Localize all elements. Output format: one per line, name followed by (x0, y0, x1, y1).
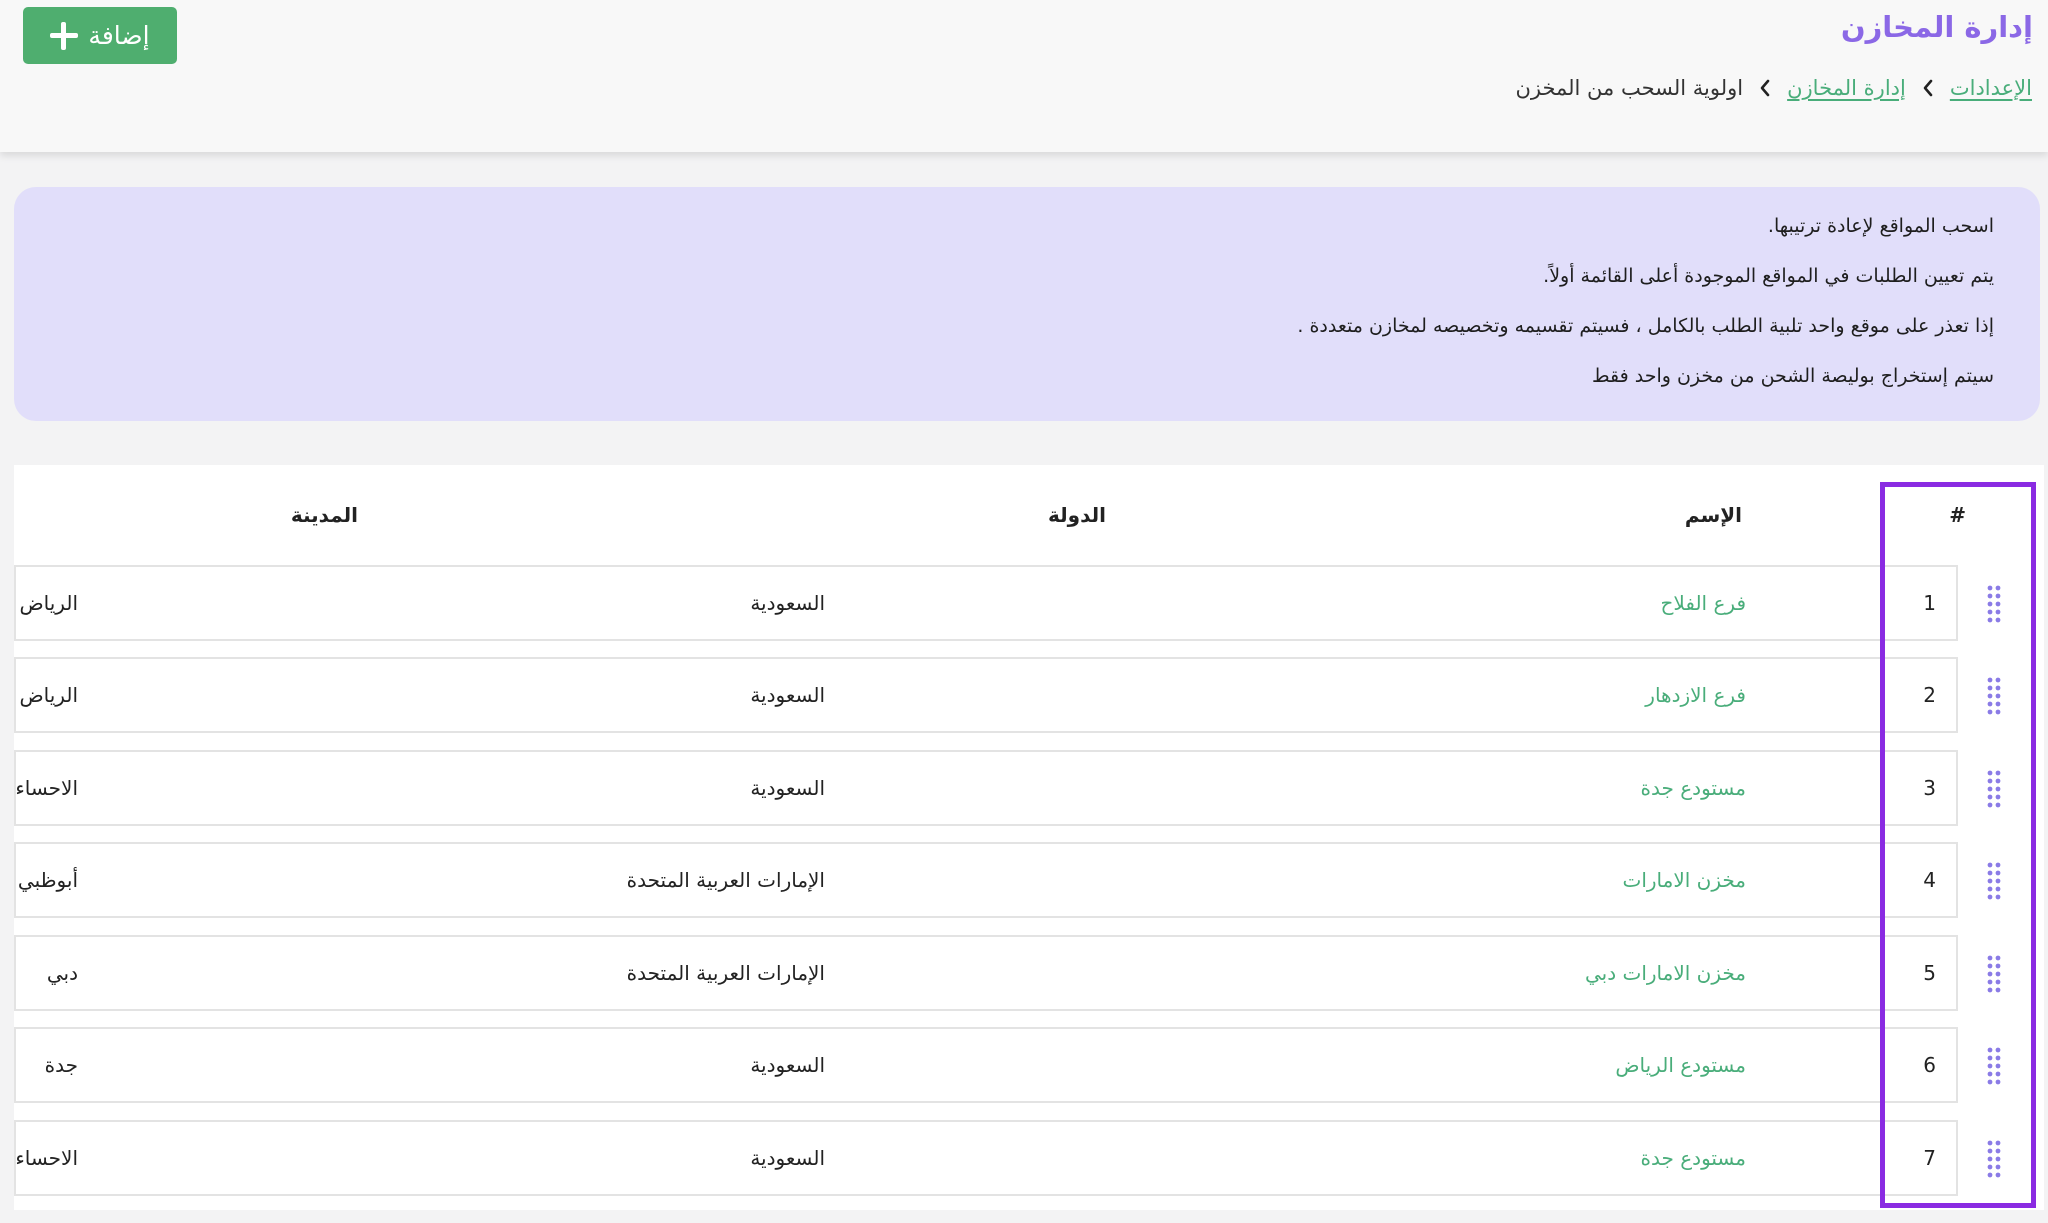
warehouse-name-link[interactable]: فرع الازدهار (1645, 659, 1746, 731)
warehouse-name-link[interactable]: مستودع جدة (1641, 752, 1746, 824)
row-index: 7 (1923, 1146, 1936, 1170)
breadcrumb-settings-link[interactable]: الإعدادات (1950, 76, 2032, 100)
drag-handle-icon[interactable] (1986, 769, 2002, 809)
row-index: 4 (1923, 868, 1936, 892)
drag-handle-icon[interactable] (1986, 1046, 2002, 1086)
warehouse-name-link[interactable]: فرع الفلاح (1661, 567, 1747, 639)
breadcrumb-current: اولوية السحب من المخزن (1515, 76, 1744, 100)
add-button-label: إضافة (88, 21, 150, 50)
row-country: السعودية (750, 1146, 825, 1170)
plus-icon (50, 21, 79, 50)
table-row[interactable]: 4 مخزن الامارات الإمارات العربية المتحدة… (14, 842, 1958, 918)
chevron-left-icon (1759, 79, 1771, 97)
column-header-index: # (1949, 503, 1966, 527)
drag-handle-icon[interactable] (1986, 954, 2002, 994)
drag-handle-icon[interactable] (1986, 861, 2002, 901)
row-country: السعودية (750, 591, 825, 615)
column-header-city: المدينة (290, 503, 358, 527)
column-header-name: الإسم (1684, 503, 1742, 527)
table-row[interactable]: 6 مستودع الرياض السعودية جدة (14, 1027, 1958, 1103)
page-title: إدارة المخازن (1840, 10, 2033, 44)
row-city: أبوظبي (17, 868, 78, 892)
drag-handle-icon[interactable] (1986, 584, 2002, 624)
row-city: الرياض (19, 591, 78, 615)
breadcrumb: الإعدادات إدارة المخازن اولوية السحب من … (1515, 76, 2032, 100)
notice-line: سيتم إستخراج بوليصة الشحن من مخزن واحد ف… (1592, 365, 1994, 387)
row-city: الاحساء (15, 1146, 78, 1170)
row-index: 3 (1923, 776, 1936, 800)
column-header-country: الدولة (1048, 503, 1106, 527)
breadcrumb-warehouses-link[interactable]: إدارة المخازن (1787, 76, 1906, 100)
table-row[interactable]: 7 مستودع جدة السعودية الاحساء (14, 1120, 1958, 1196)
row-index: 1 (1923, 591, 1936, 615)
table-row[interactable]: 2 فرع الازدهار السعودية الرياض (14, 657, 1958, 733)
table-row[interactable]: 3 مستودع جدة السعودية الاحساء (14, 750, 1958, 826)
row-country: السعودية (750, 683, 825, 707)
row-country: الإمارات العربية المتحدة (626, 961, 825, 985)
row-city: الرياض (19, 683, 78, 707)
row-city: جدة (44, 1053, 78, 1077)
drag-handle-icon[interactable] (1986, 1139, 2002, 1179)
warehouse-name-link[interactable]: مستودع الرياض (1615, 1029, 1746, 1101)
row-index: 2 (1923, 683, 1936, 707)
drag-handle-icon[interactable] (1986, 676, 2002, 716)
warehouse-name-link[interactable]: مستودع جدة (1641, 1122, 1746, 1194)
info-notice: اسحب المواقع لإعادة ترتيبها. يتم تعيين ا… (14, 187, 2040, 421)
table-row[interactable]: 1 فرع الفلاح السعودية الرياض (14, 565, 1958, 641)
page-header: إدارة المخازن الإعدادات إدارة المخازن او… (0, 0, 2048, 152)
warehouse-name-link[interactable]: مخزن الامارات دبي (1585, 937, 1746, 1009)
add-button[interactable]: إضافة (23, 7, 177, 64)
chevron-left-icon (1922, 79, 1934, 97)
row-country: السعودية (750, 776, 825, 800)
notice-line: يتم تعيين الطلبات في المواقع الموجودة أع… (1543, 265, 1994, 287)
row-country: السعودية (750, 1053, 825, 1077)
row-city: دبي (46, 961, 78, 985)
row-city: الاحساء (15, 776, 78, 800)
notice-line: إذا تعذر على موقع واحد تلبية الطلب بالكا… (1297, 315, 1994, 337)
table-row[interactable]: 5 مخزن الامارات دبي الإمارات العربية الم… (14, 935, 1958, 1011)
warehouse-name-link[interactable]: مخزن الامارات (1622, 844, 1746, 916)
row-index: 5 (1923, 961, 1936, 985)
row-country: الإمارات العربية المتحدة (626, 868, 825, 892)
row-index: 6 (1923, 1053, 1936, 1077)
notice-line: اسحب المواقع لإعادة ترتيبها. (1767, 215, 1994, 237)
